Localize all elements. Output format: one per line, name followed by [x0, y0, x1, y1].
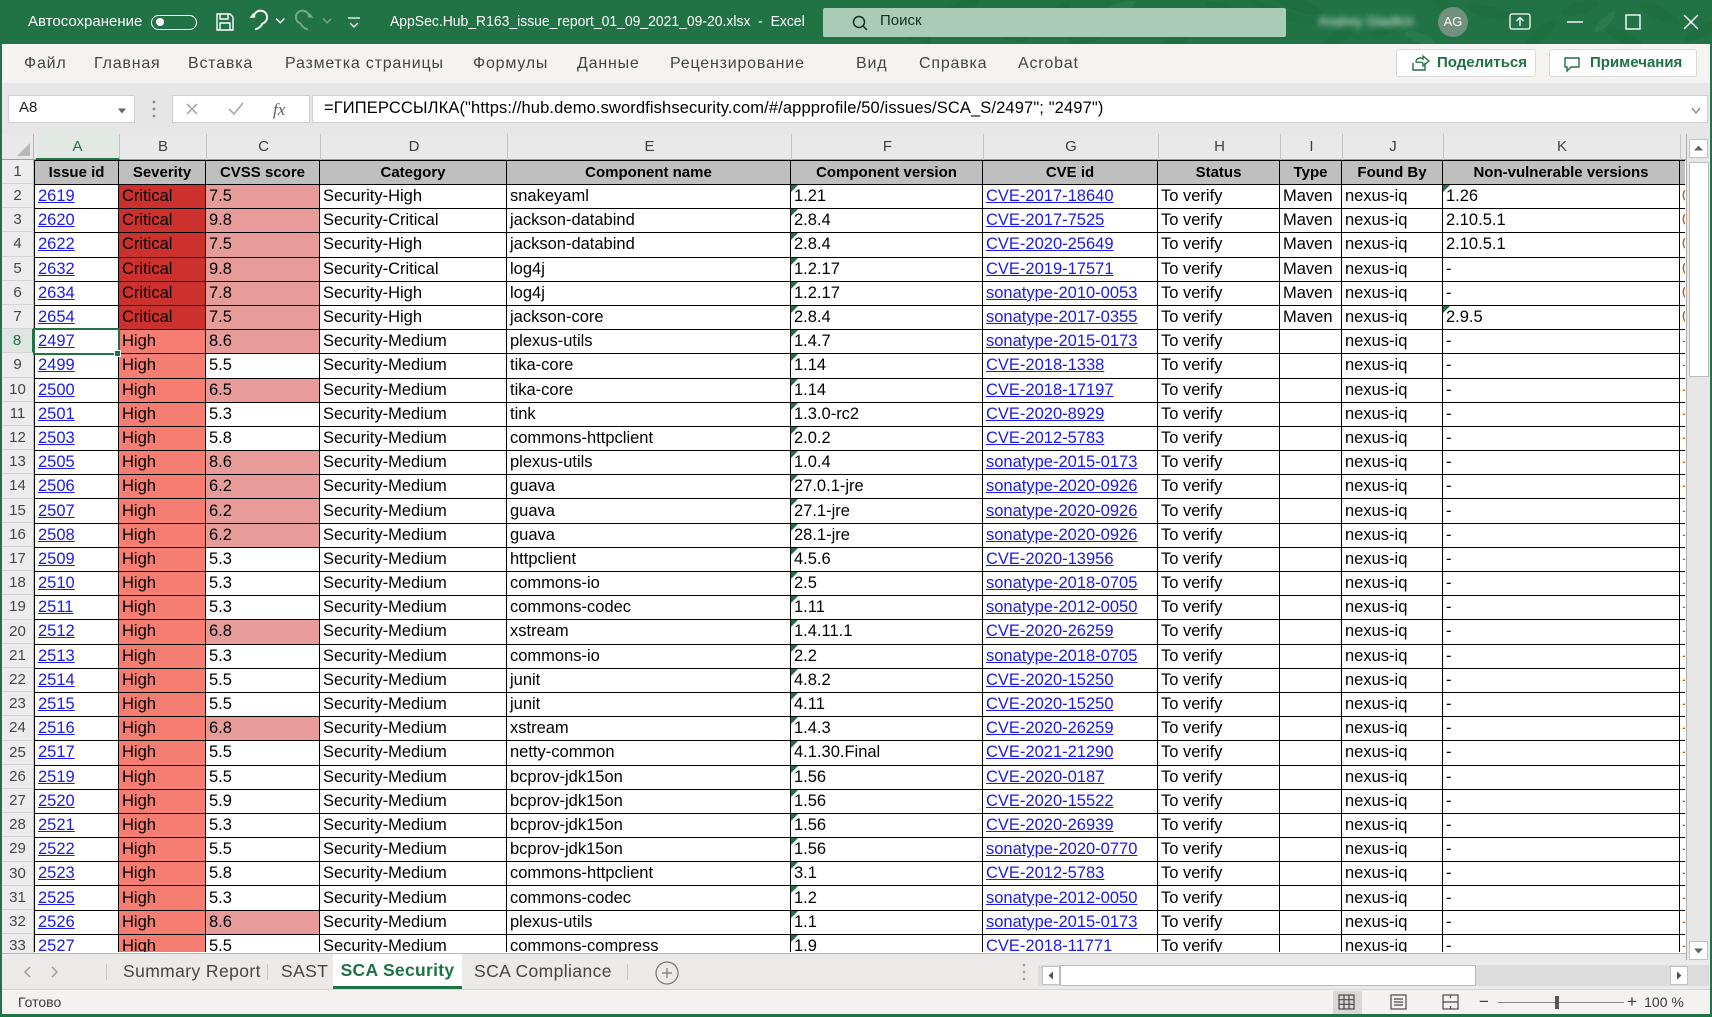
- svg-text:fx: fx: [273, 100, 286, 119]
